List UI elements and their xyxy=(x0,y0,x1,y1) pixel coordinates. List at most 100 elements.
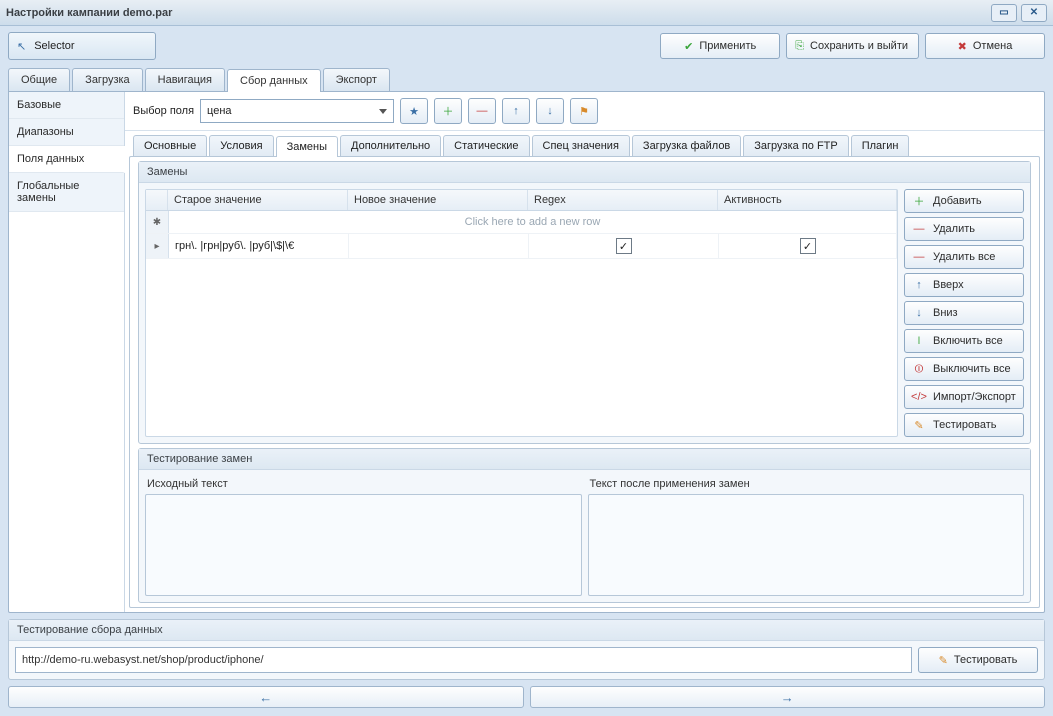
arrow-down-icon: ↓ xyxy=(547,105,553,117)
checkbox-icon: ✓ xyxy=(616,238,632,254)
action-delete[interactable]: —Удалить xyxy=(904,217,1024,241)
wand-icon: ✎ xyxy=(939,654,948,667)
plus-icon: ＋ xyxy=(911,193,927,209)
action-down[interactable]: ↓ Вниз xyxy=(904,301,1024,325)
minus-icon: — xyxy=(477,105,488,117)
main-tabstrip: Общие Загрузка Навигация Сбор данных Экс… xyxy=(0,68,1053,91)
subtab-conditions[interactable]: Условия xyxy=(209,135,273,156)
chevron-down-icon xyxy=(379,109,387,114)
url-value: http://demo-ru.webasyst.net/shop/product… xyxy=(22,654,264,666)
nav-ranges[interactable]: Диапазоны xyxy=(9,119,124,146)
action-up-label: Вверх xyxy=(933,279,964,291)
action-import-export[interactable]: </>Импорт/Экспорт xyxy=(904,385,1024,409)
action-test-label: Тестировать xyxy=(933,419,997,431)
action-disable-all[interactable]: ⏼Выключить все xyxy=(904,357,1024,381)
code-icon: </> xyxy=(911,391,927,403)
action-add[interactable]: ＋ Добавить xyxy=(904,189,1024,213)
check-icon: ✔ xyxy=(684,40,693,53)
grid-header-handle xyxy=(146,190,168,210)
page-prev-button[interactable]: ← xyxy=(8,686,524,708)
wand-icon: ✎ xyxy=(911,419,927,432)
cell-new[interactable] xyxy=(349,234,529,258)
result-label: Текст после применения замен xyxy=(588,476,1025,494)
arrow-down-icon: ↓ xyxy=(911,307,927,319)
action-enable-all[interactable]: ⏽ Включить все xyxy=(904,329,1024,353)
action-test[interactable]: ✎ Тестировать xyxy=(904,413,1024,437)
source-label: Исходный текст xyxy=(145,476,582,494)
left-nav: Базовые Диапазоны Поля данных Глобальные… xyxy=(9,92,125,612)
bottom-testing-group: Тестирование сбора данных http://demo-ru… xyxy=(8,619,1045,680)
apply-button[interactable]: ✔ Применить xyxy=(660,33,780,59)
bottom-test-button[interactable]: ✎ Тестировать xyxy=(918,647,1038,673)
grid-header-regex[interactable]: Regex xyxy=(528,190,718,210)
cell-active[interactable]: ✓ xyxy=(719,234,897,258)
move-down-button[interactable]: ↓ xyxy=(536,98,564,124)
grid-header-active[interactable]: Активность xyxy=(718,190,897,210)
nav-data-fields[interactable]: Поля данных xyxy=(9,146,125,173)
subtab-main[interactable]: Основные xyxy=(133,135,207,156)
grid-side-actions: ＋ Добавить —Удалить —Удалить все ↑Вверх ↓… xyxy=(904,183,1030,443)
field-select[interactable]: цена xyxy=(200,99,394,123)
save-exit-icon: ⎘ xyxy=(795,40,804,53)
window-title: Настройки кампании demo.par xyxy=(6,7,172,19)
cell-regex[interactable]: ✓ xyxy=(529,234,719,258)
grid-header: Старое значение Новое значение Regex Акт… xyxy=(146,190,897,211)
main-panel: Базовые Диапазоны Поля данных Глобальные… xyxy=(8,91,1045,613)
save-exit-button[interactable]: ⎘ Сохранить и выйти xyxy=(786,33,919,59)
action-up[interactable]: ↑Вверх xyxy=(904,273,1024,297)
remove-button[interactable]: — xyxy=(468,98,496,124)
subtab-ftp[interactable]: Загрузка по FTP xyxy=(743,135,848,156)
subtab-replacements[interactable]: Замены xyxy=(276,136,338,157)
star-button[interactable]: ★ xyxy=(400,98,428,124)
save-exit-label: Сохранить и выйти xyxy=(810,40,908,52)
subtab-static[interactable]: Статические xyxy=(443,135,529,156)
nav-global-replacements[interactable]: Глобальные замены xyxy=(9,173,124,212)
action-delete-all[interactable]: —Удалить все xyxy=(904,245,1024,269)
page-next-button[interactable]: → xyxy=(530,686,1046,708)
minimize-button[interactable]: ▭ xyxy=(991,4,1017,22)
move-up-button[interactable]: ↑ xyxy=(502,98,530,124)
grid-new-row[interactable]: ✱ Click here to add a new row xyxy=(146,211,897,234)
top-toolbar: ↖ Selector ✔ Применить ⎘ Сохранить и вый… xyxy=(0,26,1053,66)
grid-header-new[interactable]: Новое значение xyxy=(348,190,528,210)
action-disable-all-label: Выключить все xyxy=(933,363,1011,375)
replacements-title: Замены xyxy=(139,162,1030,183)
subtab-plugin[interactable]: Плагин xyxy=(851,135,910,156)
url-input[interactable]: http://demo-ru.webasyst.net/shop/product… xyxy=(15,647,912,673)
cell-old[interactable]: грн\. |грн|руб\. |руб|\$|\€ xyxy=(169,234,349,258)
misc-button[interactable]: ⚑ xyxy=(570,98,598,124)
arrow-right-icon: → xyxy=(781,690,794,705)
cursor-icon: ↖ xyxy=(17,40,26,53)
add-button[interactable]: ＋ xyxy=(434,98,462,124)
subtab-special[interactable]: Спец значения xyxy=(532,135,630,156)
page-nav-row: ← → xyxy=(0,686,1053,716)
cancel-button[interactable]: ✖ Отмена xyxy=(925,33,1045,59)
subtab-file-download[interactable]: Загрузка файлов xyxy=(632,135,741,156)
tab-download[interactable]: Загрузка xyxy=(72,68,142,91)
grid-row[interactable]: ▸ грн\. |грн|руб\. |руб|\$|\€ ✓ ✓ xyxy=(146,234,897,259)
tab-navigation[interactable]: Навигация xyxy=(145,68,225,91)
selector-button[interactable]: ↖ Selector xyxy=(8,32,156,60)
cancel-icon: ✖ xyxy=(958,40,967,53)
toggle-on-icon: ⏽ xyxy=(911,335,927,348)
bottom-test-label: Тестировать xyxy=(954,654,1018,666)
action-add-label: Добавить xyxy=(933,195,982,207)
tab-export[interactable]: Экспорт xyxy=(323,68,390,91)
result-textarea[interactable] xyxy=(588,494,1025,596)
testing-replacements-group: Тестирование замен Исходный текст Текст … xyxy=(138,448,1031,603)
field-select-label: Выбор поля xyxy=(133,105,194,117)
tab-data-collection[interactable]: Сбор данных xyxy=(227,69,321,92)
selector-label: Selector xyxy=(34,40,74,52)
replacements-grid[interactable]: Старое значение Новое значение Regex Акт… xyxy=(145,189,898,437)
source-textarea[interactable] xyxy=(145,494,582,596)
subtab-additional[interactable]: Дополнительно xyxy=(340,135,441,156)
nav-basic[interactable]: Базовые xyxy=(9,92,124,119)
action-down-label: Вниз xyxy=(933,307,958,319)
row-handle: ▸ xyxy=(146,234,169,258)
grid-header-old[interactable]: Старое значение xyxy=(168,190,348,210)
tab-general[interactable]: Общие xyxy=(8,68,70,91)
action-enable-all-label: Включить все xyxy=(933,335,1003,347)
close-button[interactable]: ✕ xyxy=(1021,4,1047,22)
new-row-hint: Click here to add a new row xyxy=(169,211,897,233)
sub-tabstrip: Основные Условия Замены Дополнительно Ст… xyxy=(125,131,1044,156)
